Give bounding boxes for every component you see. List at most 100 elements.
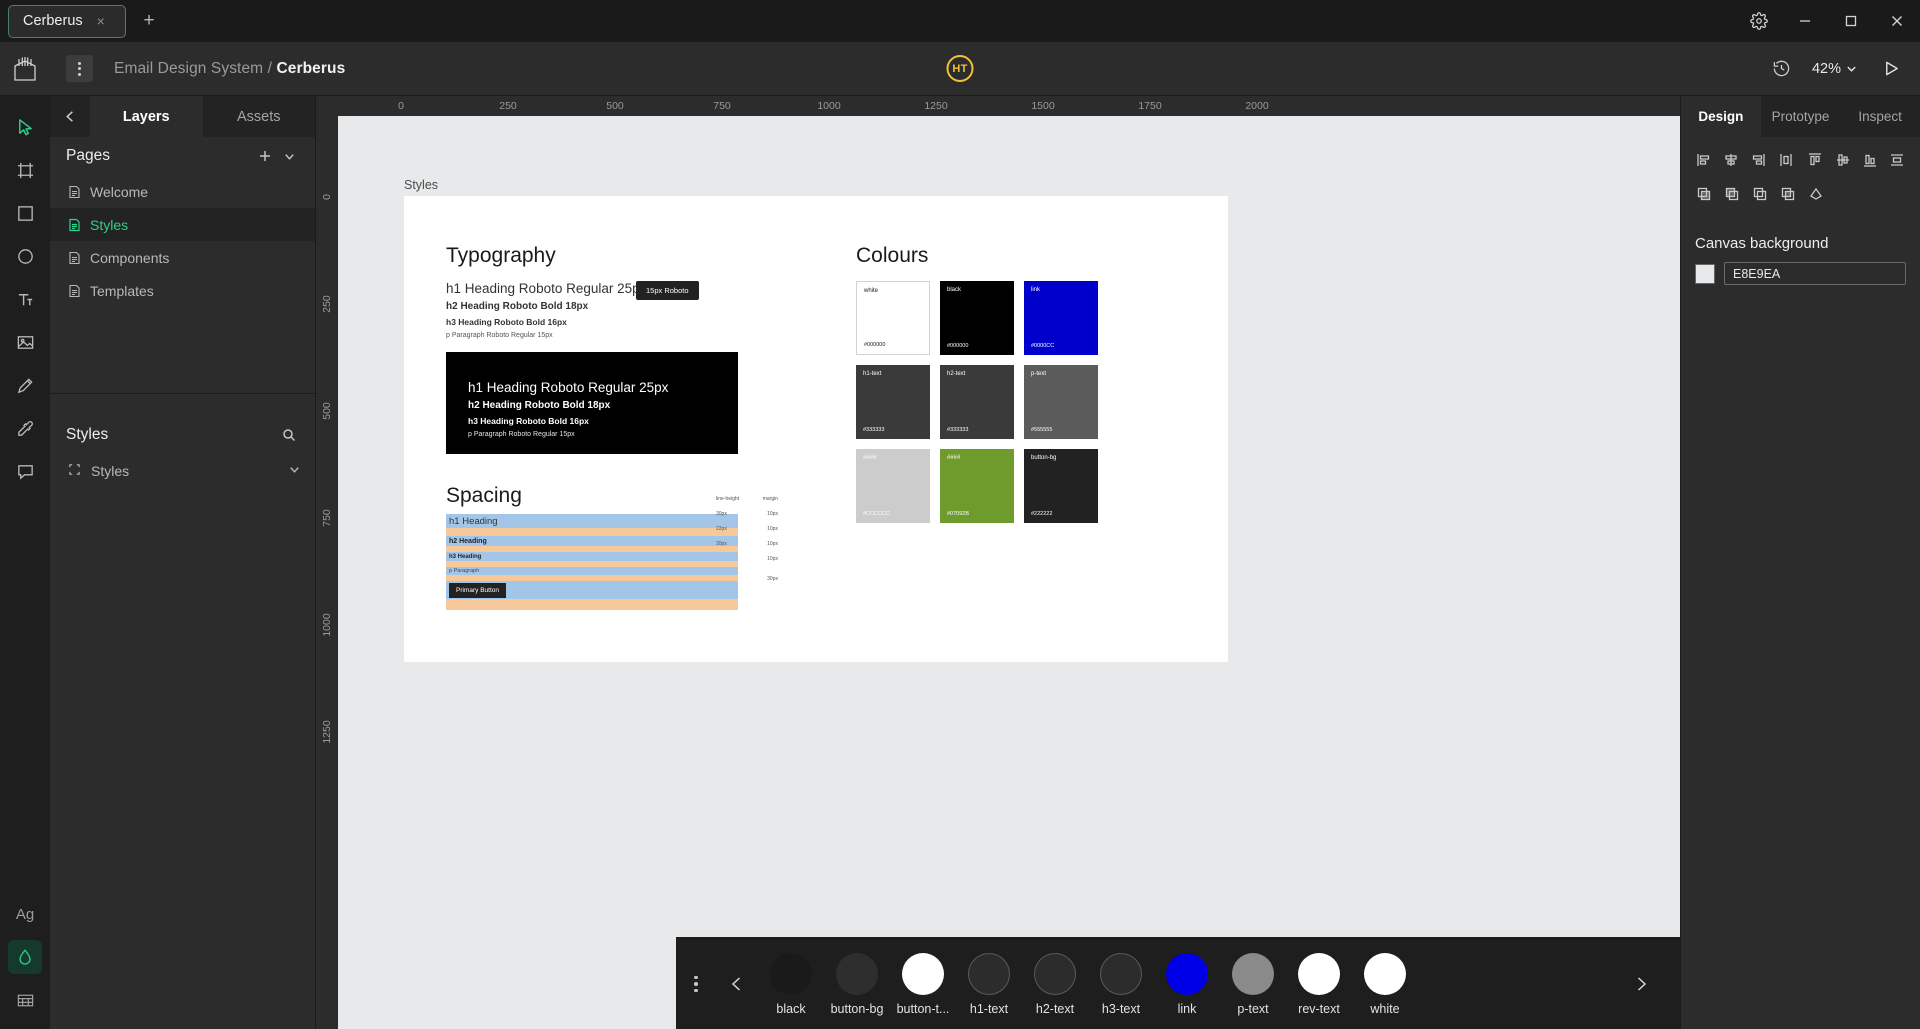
distribute-horizontal-icon[interactable] (1773, 147, 1798, 173)
tool-font-preview-icon[interactable]: Ag (8, 897, 42, 931)
canvas-area[interactable]: 0 250 500 750 1000 1250 1500 1750 2000 0… (316, 96, 1680, 1029)
chevron-down-icon[interactable] (288, 463, 301, 479)
artboard-styles[interactable]: Typography h1 Heading Roboto Regular 25p… (404, 196, 1228, 662)
swatch-circle (1364, 952, 1406, 995)
horizontal-ruler: 0 250 500 750 1000 1250 1500 1750 2000 (316, 96, 1680, 116)
swatch-circle (968, 952, 1010, 995)
window-minimize-button[interactable] (1782, 0, 1828, 42)
colour-swatch-ccc[interactable]: #### #CCCCCC (856, 449, 930, 523)
colour-swatch-h1-text[interactable]: h1-text #333333 (856, 365, 930, 439)
tool-frame-icon[interactable] (8, 153, 42, 187)
tool-comment-icon[interactable] (8, 454, 42, 488)
frame-name-label[interactable]: Styles (404, 178, 438, 192)
panel-back-button[interactable] (50, 96, 90, 137)
tab-inspect[interactable]: Inspect (1840, 96, 1920, 137)
sidebar-item-templates[interactable]: Templates (50, 274, 315, 307)
colour-swatch-button-bg[interactable]: button-bg #222222 (1024, 449, 1098, 523)
tool-pen-icon[interactable] (8, 368, 42, 402)
add-page-icon[interactable] (253, 144, 277, 168)
asset-swatch-h3-text[interactable]: h3-text (1088, 952, 1154, 1016)
spacing-metrics-table: line-height margin 30px 10px 22px 10px 2… (716, 496, 778, 591)
asset-bar-prev-button[interactable] (716, 975, 758, 993)
asset-swatch-rev-text[interactable]: rev-text (1286, 952, 1352, 1016)
type-sample-h3: h3 Heading Roboto Bold 16px (446, 317, 567, 327)
canvas-surface[interactable]: Styles Typography h1 Heading Roboto Regu… (338, 116, 1680, 1029)
app-body: Ag Layers Assets Pages Welcome Styles Co… (0, 96, 1920, 1029)
asset-swatch-white[interactable]: white (1352, 952, 1418, 1016)
tab-design[interactable]: Design (1681, 96, 1761, 137)
sidebar-item-label: Welcome (90, 183, 149, 200)
colour-swatch-link[interactable]: link #0000CC (1024, 281, 1098, 355)
tool-ellipse-icon[interactable] (8, 239, 42, 273)
colour-swatch-green[interactable]: #### #07092B (940, 449, 1014, 523)
align-right-icon[interactable] (1746, 147, 1771, 173)
swatch-name: #### (947, 455, 961, 461)
pages-section-header: Pages (50, 137, 315, 175)
asset-swatch-h2-text[interactable]: h2-text (1022, 952, 1088, 1016)
boolean-subtract-icon[interactable] (1719, 181, 1745, 207)
align-left-icon[interactable] (1691, 147, 1716, 173)
asset-bar-next-button[interactable] (1620, 975, 1662, 993)
distribute-vertical-icon[interactable] (1885, 147, 1910, 173)
primary-button-sample[interactable]: Primary Button (449, 582, 506, 598)
spacing-metrics-row: 10px (716, 556, 778, 562)
style-group-styles[interactable]: Styles (50, 454, 315, 487)
app-logo-icon[interactable] (0, 42, 50, 96)
asset-swatch-button-bg[interactable]: button-bg (824, 952, 890, 1016)
asset-swatch-black[interactable]: black (758, 952, 824, 1016)
browser-tab-cerberus[interactable]: Cerberus × (8, 4, 126, 38)
tool-rectangle-icon[interactable] (8, 196, 42, 230)
window-maximize-button[interactable] (1828, 0, 1874, 42)
colour-swatch-p-text[interactable]: p-text #555555 (1024, 365, 1098, 439)
tab-prototype[interactable]: Prototype (1761, 96, 1841, 137)
settings-gear-icon[interactable] (1736, 0, 1782, 42)
new-tab-button[interactable]: + (134, 6, 164, 36)
page-icon (68, 251, 81, 265)
history-icon[interactable] (1765, 52, 1799, 86)
pages-collapse-chevron-icon[interactable] (277, 144, 301, 168)
align-middle-icon[interactable] (1830, 147, 1855, 173)
tool-image-icon[interactable] (8, 325, 42, 359)
asset-swatch-p-text[interactable]: p-text (1220, 952, 1286, 1016)
asset-bar-menu-button[interactable] (676, 975, 716, 993)
asset-swatch-h1-text[interactable]: h1-text (956, 952, 1022, 1016)
sidebar-item-components[interactable]: Components (50, 241, 315, 274)
tab-layers[interactable]: Layers (90, 96, 203, 137)
align-center-horizontal-icon[interactable] (1718, 147, 1743, 173)
tab-assets[interactable]: Assets (203, 96, 316, 137)
tool-grid-icon[interactable] (8, 983, 42, 1017)
boolean-intersect-icon[interactable] (1747, 181, 1773, 207)
boolean-union-icon[interactable] (1691, 181, 1717, 207)
avatar[interactable]: HT (946, 55, 974, 82)
asset-label: h3-text (1101, 1001, 1141, 1016)
search-icon[interactable] (277, 423, 301, 447)
canvas-background-swatch[interactable] (1695, 263, 1715, 284)
zoom-control[interactable]: 42% (1803, 56, 1866, 82)
dot (694, 982, 698, 986)
sidebar-item-welcome[interactable]: Welcome (50, 175, 315, 208)
swatch-circle (1166, 952, 1208, 995)
breadcrumb-file[interactable]: Cerberus (276, 60, 345, 77)
colour-swatch-h2-text[interactable]: h2-text #333333 (940, 365, 1014, 439)
colour-swatch-black[interactable]: black #000000 (940, 281, 1014, 355)
close-icon[interactable]: × (97, 14, 105, 28)
canvas-background-input[interactable] (1724, 262, 1906, 285)
breadcrumb-project[interactable]: Email Design System (114, 60, 263, 77)
frame-icon (68, 463, 81, 479)
flatten-selection-icon[interactable] (1803, 181, 1829, 207)
present-play-button[interactable] (1876, 54, 1906, 84)
file-menu-button[interactable] (66, 55, 93, 82)
boolean-exclude-icon[interactable] (1775, 181, 1801, 207)
tool-move-cursor-icon[interactable] (8, 110, 42, 144)
asset-bar-items: black button-bg button-t... h1-text h2-t… (758, 952, 1620, 1016)
align-bottom-icon[interactable] (1857, 147, 1882, 173)
align-top-icon[interactable] (1803, 147, 1828, 173)
tool-text-icon[interactable] (8, 282, 42, 316)
window-close-button[interactable] (1874, 0, 1920, 42)
tool-eyedropper-icon[interactable] (8, 411, 42, 445)
tool-color-drop-icon[interactable] (8, 940, 42, 974)
sidebar-item-styles[interactable]: Styles (50, 208, 315, 241)
asset-swatch-button-text[interactable]: button-t... (890, 952, 956, 1016)
colour-swatch-white[interactable]: white #000000 (856, 281, 930, 355)
asset-swatch-link[interactable]: link (1154, 952, 1220, 1016)
